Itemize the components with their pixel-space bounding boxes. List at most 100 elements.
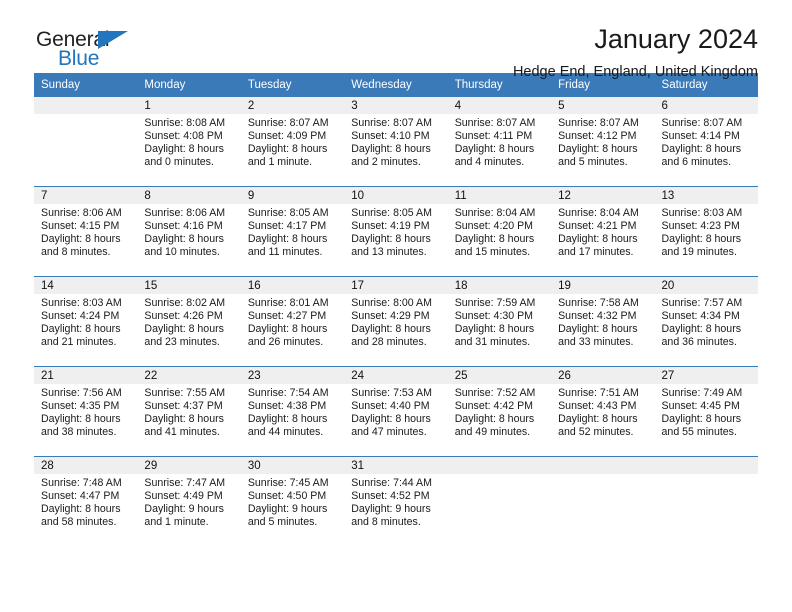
sunset-text: Sunset: 4:23 PM: [661, 219, 740, 232]
sunrise-text: Sunrise: 8:04 AM: [558, 207, 639, 219]
daylight-text-line2: and 6 minutes.: [661, 155, 732, 168]
daylight-text-line1: Daylight: 8 hours: [41, 502, 121, 515]
daylight-text-line2: and 17 minutes.: [558, 245, 634, 258]
daylight-text-line1: Daylight: 8 hours: [558, 322, 638, 335]
daylight-text-line2: and 21 minutes.: [41, 335, 117, 348]
day-number: 24: [344, 367, 448, 384]
sunrise-text: Sunrise: 7:57 AM: [661, 297, 743, 309]
calendar-day-cell[interactable]: 26 Sunrise: 7:51 AM Sunset: 4:43 PM Dayligh…: [551, 366, 655, 457]
calendar-day-cell[interactable]: 23 Sunrise: 7:54 AM Sunset: 4:38 PM Dayligh…: [240, 366, 345, 457]
daylight-text-line1: Daylight: 9 hours: [247, 502, 328, 515]
calendar-day-cell[interactable]: 15 Sunrise: 8:02 AM Sunset: 4:26 PM Dayligh…: [137, 276, 241, 367]
calendar-day-cell[interactable]: 20 Sunrise: 7:57 AM Sunset: 4:34 PM Dayligh…: [654, 276, 758, 367]
calendar-day-cell[interactable]: 28 Sunrise: 7:48 AM Sunset: 4:47 PM Dayligh…: [34, 456, 138, 546]
sunset-text: Sunset: 4:45 PM: [661, 399, 740, 412]
calendar-day-cell[interactable]: 14 Sunrise: 8:03 AM Sunset: 4:24 PM Dayligh…: [34, 276, 138, 367]
day-cell-content: 22 Sunrise: 7:55 AM Sunset: 4:37 PM Dayligh…: [137, 367, 241, 456]
day-number: 25: [447, 367, 552, 384]
day-cell-content: 17 Sunrise: 8:00 AM Sunset: 4:29 PM Dayligh…: [344, 277, 448, 366]
calendar-day-cell[interactable]: 5 Sunrise: 8:07 AM Sunset: 4:12 PM Daylight…: [551, 97, 655, 187]
calendar-day-cell[interactable]: 31 Sunrise: 7:44 AM Sunset: 4:52 PM Dayligh…: [344, 456, 448, 546]
sunrise-text: Sunrise: 8:07 AM: [247, 117, 329, 129]
daylight-text-line1: Daylight: 8 hours: [351, 322, 431, 335]
day-number: 31: [344, 457, 448, 474]
day-number: 26: [551, 367, 655, 384]
calendar-day-cell[interactable]: 9 Sunrise: 8:05 AM Sunset: 4:17 PM Daylight…: [240, 186, 345, 277]
day-cell-content: 21 Sunrise: 7:56 AM Sunset: 4:35 PM Dayligh…: [34, 367, 138, 456]
calendar-day-cell[interactable]: 25 Sunrise: 7:52 AM Sunset: 4:42 PM Dayligh…: [447, 366, 552, 457]
calendar-day-cell[interactable]: 19 Sunrise: 7:58 AM Sunset: 4:32 PM Dayligh…: [551, 276, 655, 367]
calendar-day-cell[interactable]: 16 Sunrise: 8:01 AM Sunset: 4:27 PM Dayligh…: [240, 276, 345, 367]
day-number: [551, 457, 655, 474]
calendar-day-cell[interactable]: [447, 456, 552, 546]
day-number: 13: [654, 187, 758, 204]
calendar-day-cell[interactable]: 24 Sunrise: 7:53 AM Sunset: 4:40 PM Dayligh…: [344, 366, 448, 457]
day-sun-info: Sunrise: 7:59 AM Sunset: 4:30 PM Daylight:…: [448, 294, 551, 349]
day-number: 6: [654, 97, 758, 114]
calendar-day-cell[interactable]: 13 Sunrise: 8:03 AM Sunset: 4:23 PM Dayligh…: [654, 186, 758, 277]
day-cell-content: 19 Sunrise: 7:58 AM Sunset: 4:32 PM Dayligh…: [551, 277, 655, 366]
calendar-day-cell[interactable]: 27 Sunrise: 7:49 AM Sunset: 4:45 PM Dayligh…: [654, 366, 758, 457]
sunset-text: Sunset: 4:08 PM: [144, 129, 223, 142]
calendar-day-cell[interactable]: [34, 97, 138, 187]
sunset-text: Sunset: 4:09 PM: [247, 129, 327, 142]
calendar-day-cell[interactable]: [551, 456, 655, 546]
logo-text-blue: Blue: [58, 47, 100, 70]
daylight-text-line2: and 5 minutes.: [247, 515, 318, 528]
day-number: 9: [240, 187, 345, 204]
general-blue-logo[interactable]: General Blue: [36, 28, 166, 76]
calendar-day-cell[interactable]: 10 Sunrise: 8:05 AM Sunset: 4:19 PM Dayligh…: [344, 186, 448, 277]
day-cell-content: 15 Sunrise: 8:02 AM Sunset: 4:26 PM Dayligh…: [137, 277, 241, 366]
sunset-text: Sunset: 4:40 PM: [351, 399, 430, 412]
calendar-day-cell[interactable]: [654, 456, 758, 546]
calendar-day-cell[interactable]: 1 Sunrise: 8:08 AM Sunset: 4:08 PM Daylight…: [137, 97, 241, 187]
page-subtitle: Hedge End, England, United Kingdom: [512, 64, 758, 80]
sunrise-text: Sunrise: 8:07 AM: [454, 117, 536, 129]
calendar-day-cell[interactable]: 6 Sunrise: 8:07 AM Sunset: 4:14 PM Daylight…: [654, 97, 758, 187]
calendar-day-cell[interactable]: 4 Sunrise: 8:07 AM Sunset: 4:11 PM Daylight…: [447, 97, 552, 187]
sunrise-text: Sunrise: 8:04 AM: [454, 207, 536, 219]
day-sun-info: Sunrise: 8:07 AM Sunset: 4:09 PM Daylight:…: [241, 114, 344, 169]
calendar-day-cell[interactable]: 8 Sunrise: 8:06 AM Sunset: 4:16 PM Daylight…: [137, 186, 241, 277]
day-number: 8: [137, 187, 241, 204]
calendar-body: 1 Sunrise: 8:08 AM Sunset: 4:08 PM Daylight…: [34, 97, 758, 546]
calendar-day-cell[interactable]: 30 Sunrise: 7:45 AM Sunset: 4:50 PM Dayligh…: [240, 456, 345, 546]
calendar-day-cell[interactable]: 11 Sunrise: 8:04 AM Sunset: 4:20 PM Dayligh…: [447, 186, 552, 277]
day-number: 23: [240, 367, 345, 384]
calendar-day-cell[interactable]: 22 Sunrise: 7:55 AM Sunset: 4:37 PM Dayligh…: [137, 366, 241, 457]
day-cell-content: 23 Sunrise: 7:54 AM Sunset: 4:38 PM Dayligh…: [240, 367, 345, 456]
sunset-text: Sunset: 4:24 PM: [41, 309, 120, 322]
daylight-text-line1: Daylight: 8 hours: [454, 142, 535, 155]
day-cell-content: 31 Sunrise: 7:44 AM Sunset: 4:52 PM Dayligh…: [344, 457, 448, 546]
weekday-header-wednesday: Wednesday: [344, 73, 448, 97]
sunset-text: Sunset: 4:50 PM: [247, 489, 327, 502]
calendar-day-cell[interactable]: 3 Sunrise: 8:07 AM Sunset: 4:10 PM Daylight…: [344, 97, 448, 187]
day-number: 21: [34, 367, 138, 384]
day-cell-content: 7 Sunrise: 8:06 AM Sunset: 4:15 PM Daylight…: [34, 187, 138, 276]
day-number: 28: [34, 457, 138, 474]
day-number: 19: [551, 277, 655, 294]
sunrise-text: Sunrise: 7:58 AM: [558, 297, 639, 309]
day-cell-content: [551, 457, 655, 546]
calendar-day-cell[interactable]: 2 Sunrise: 8:07 AM Sunset: 4:09 PM Daylight…: [240, 97, 345, 187]
sunrise-text: Sunrise: 7:53 AM: [351, 387, 432, 399]
calendar-day-cell[interactable]: 12 Sunrise: 8:04 AM Sunset: 4:21 PM Dayligh…: [551, 186, 655, 277]
calendar-day-cell[interactable]: 18 Sunrise: 7:59 AM Sunset: 4:30 PM Dayligh…: [447, 276, 552, 367]
calendar-day-cell[interactable]: 7 Sunrise: 8:06 AM Sunset: 4:15 PM Daylight…: [34, 186, 138, 277]
day-sun-info: Sunrise: 8:07 AM Sunset: 4:11 PM Daylight:…: [448, 114, 551, 169]
calendar-day-cell[interactable]: 17 Sunrise: 8:00 AM Sunset: 4:29 PM Dayligh…: [344, 276, 448, 367]
day-number: 22: [137, 367, 241, 384]
sunrise-text: Sunrise: 8:03 AM: [41, 297, 122, 309]
day-sun-info: Sunrise: 8:04 AM Sunset: 4:21 PM Daylight:…: [551, 204, 654, 259]
day-cell-content: 10 Sunrise: 8:05 AM Sunset: 4:19 PM Dayligh…: [344, 187, 448, 276]
daylight-text-line2: and 19 minutes.: [661, 245, 737, 258]
day-sun-info: [551, 474, 654, 477]
daylight-text-line2: and 8 minutes.: [351, 515, 421, 528]
day-cell-content: 25 Sunrise: 7:52 AM Sunset: 4:42 PM Dayligh…: [447, 367, 552, 456]
day-sun-info: Sunrise: 8:07 AM Sunset: 4:10 PM Daylight:…: [344, 114, 447, 169]
calendar-day-cell[interactable]: 21 Sunrise: 7:56 AM Sunset: 4:35 PM Dayligh…: [34, 366, 138, 457]
calendar-day-cell[interactable]: 29 Sunrise: 7:47 AM Sunset: 4:49 PM Dayligh…: [137, 456, 241, 546]
sunrise-text: Sunrise: 7:45 AM: [247, 477, 329, 489]
sunset-text: Sunset: 4:26 PM: [144, 309, 223, 322]
daylight-text-line2: and 5 minutes.: [558, 155, 628, 168]
